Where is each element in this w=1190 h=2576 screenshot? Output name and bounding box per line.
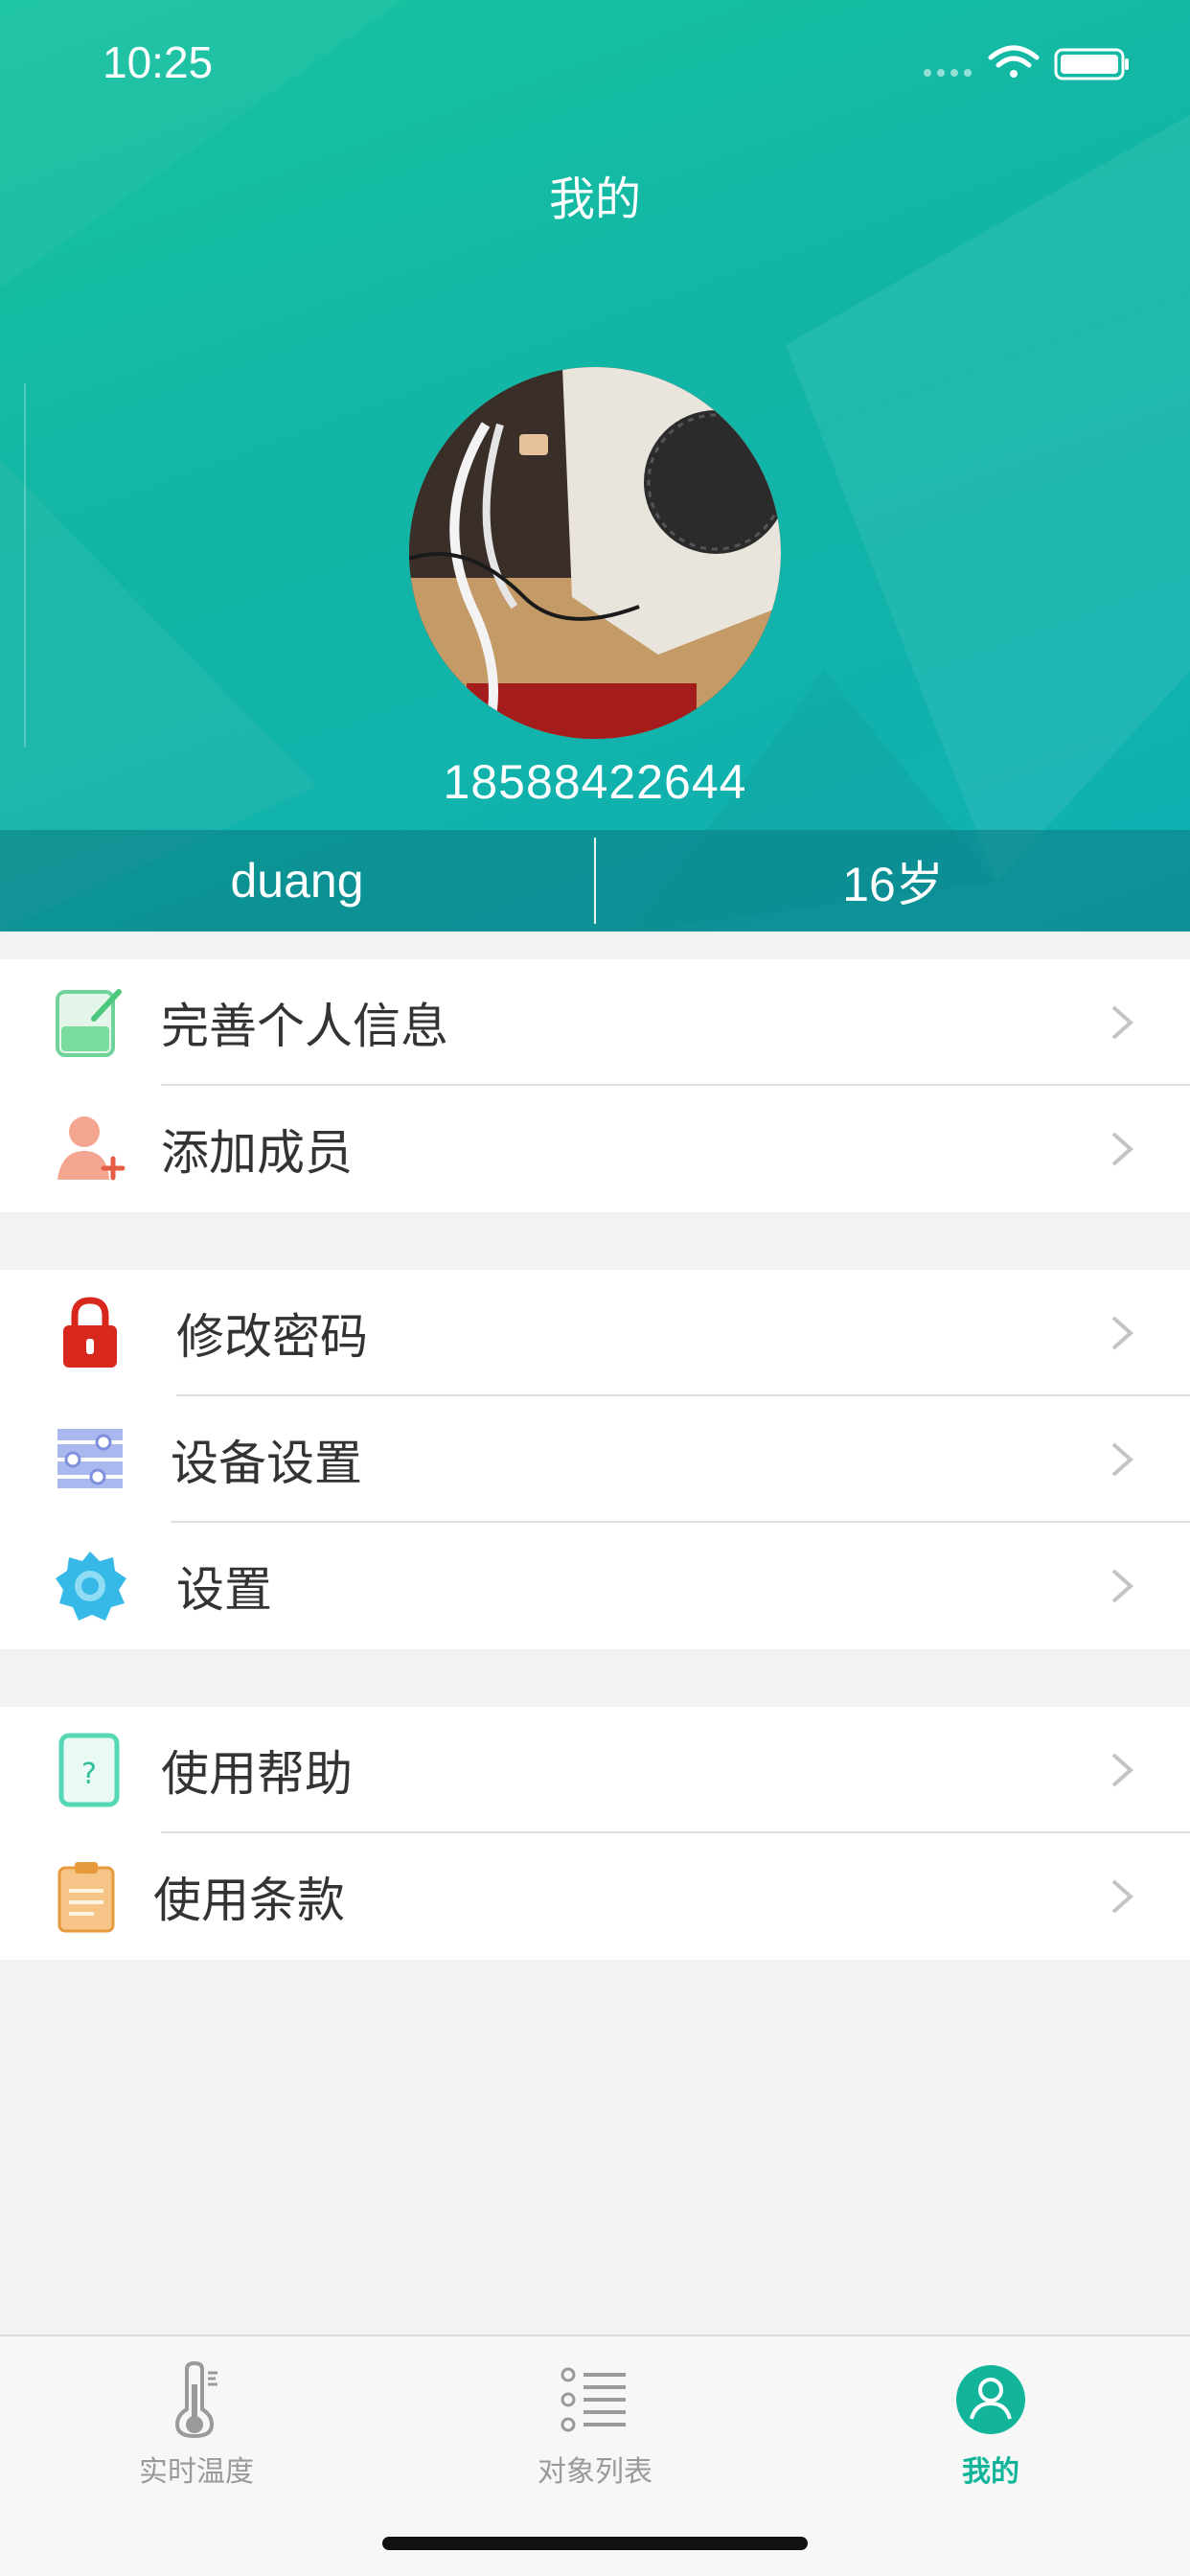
menu-item-label: 使用帮助	[161, 1746, 353, 1802]
menu-group-help: ? 使用帮助 使用条款	[0, 1707, 1190, 1960]
add-member-icon	[57, 1116, 126, 1181]
avatar-photo	[409, 367, 781, 739]
menu-item-label: 添加成员	[161, 1125, 353, 1181]
menu-item-label: 设备设置	[171, 1436, 362, 1491]
user-name: duang	[230, 854, 364, 908]
device-settings-icon	[57, 1429, 123, 1488]
menu-item-label: 使用条款	[153, 1873, 345, 1928]
phone-number: 18588422644	[443, 755, 747, 809]
clipboard-icon	[57, 1862, 115, 1933]
thermometer-icon	[174, 2361, 217, 2438]
tab-mine[interactable]: 我的	[876, 2352, 1106, 2496]
chevron-right-icon	[1111, 1132, 1134, 1166]
chevron-right-icon	[1111, 1753, 1134, 1787]
home-indicator	[382, 2537, 808, 2550]
avatar[interactable]	[409, 367, 781, 739]
chevron-right-icon	[1111, 1569, 1134, 1603]
tab-realtime-temperature[interactable]: 实时温度	[81, 2352, 311, 2496]
menu-item-settings[interactable]: 设置	[0, 1523, 1190, 1649]
menu-item-add-member[interactable]: 添加成员	[0, 1086, 1190, 1212]
wifi-icon	[988, 45, 1040, 78]
menu-item-label: 设置	[176, 1562, 272, 1618]
chevron-right-icon	[1111, 1879, 1134, 1914]
status-icons	[924, 45, 1129, 80]
lock-icon	[63, 1297, 117, 1368]
profile-header: 10:25 我的 18588422644 duang 16岁	[0, 0, 1190, 932]
user-age: 16岁	[842, 858, 944, 911]
list-icon	[561, 2367, 626, 2432]
menu-item-change-password[interactable]: 修改密码	[0, 1270, 1190, 1396]
menu-item-label: 修改密码	[176, 1309, 368, 1365]
menu-item-device-settings[interactable]: 设备设置	[0, 1396, 1190, 1523]
tab-label: 对象列表	[538, 2455, 652, 2489]
menu-group-profile: 完善个人信息 添加成员	[0, 959, 1190, 1212]
chevron-right-icon	[1111, 1442, 1134, 1477]
page-title: 我的	[548, 172, 641, 226]
menu-group-settings: 修改密码 设备设置 设置	[0, 1270, 1190, 1649]
battery-icon	[1054, 48, 1129, 80]
tab-label: 我的	[962, 2455, 1019, 2489]
tab-object-list[interactable]: 对象列表	[480, 2352, 710, 2496]
user-icon	[956, 2365, 1025, 2434]
edit-note-icon	[56, 989, 122, 1057]
menu-item-help[interactable]: ? 使用帮助	[0, 1707, 1190, 1833]
profile-info-bar: duang 16岁	[0, 830, 1190, 932]
chevron-right-icon	[1111, 1316, 1134, 1350]
svg-text:?: ?	[81, 1758, 97, 1791]
status-time: 10:25	[103, 37, 214, 87]
menu-item-complete-info[interactable]: 完善个人信息	[0, 959, 1190, 1086]
help-icon: ?	[58, 1733, 120, 1807]
gear-icon	[56, 1552, 126, 1621]
chevron-right-icon	[1111, 1005, 1134, 1040]
menu-item-terms[interactable]: 使用条款	[0, 1833, 1190, 1960]
tab-label: 实时温度	[139, 2455, 254, 2489]
menu-item-label: 完善个人信息	[161, 999, 448, 1054]
signal-icon	[924, 69, 972, 77]
